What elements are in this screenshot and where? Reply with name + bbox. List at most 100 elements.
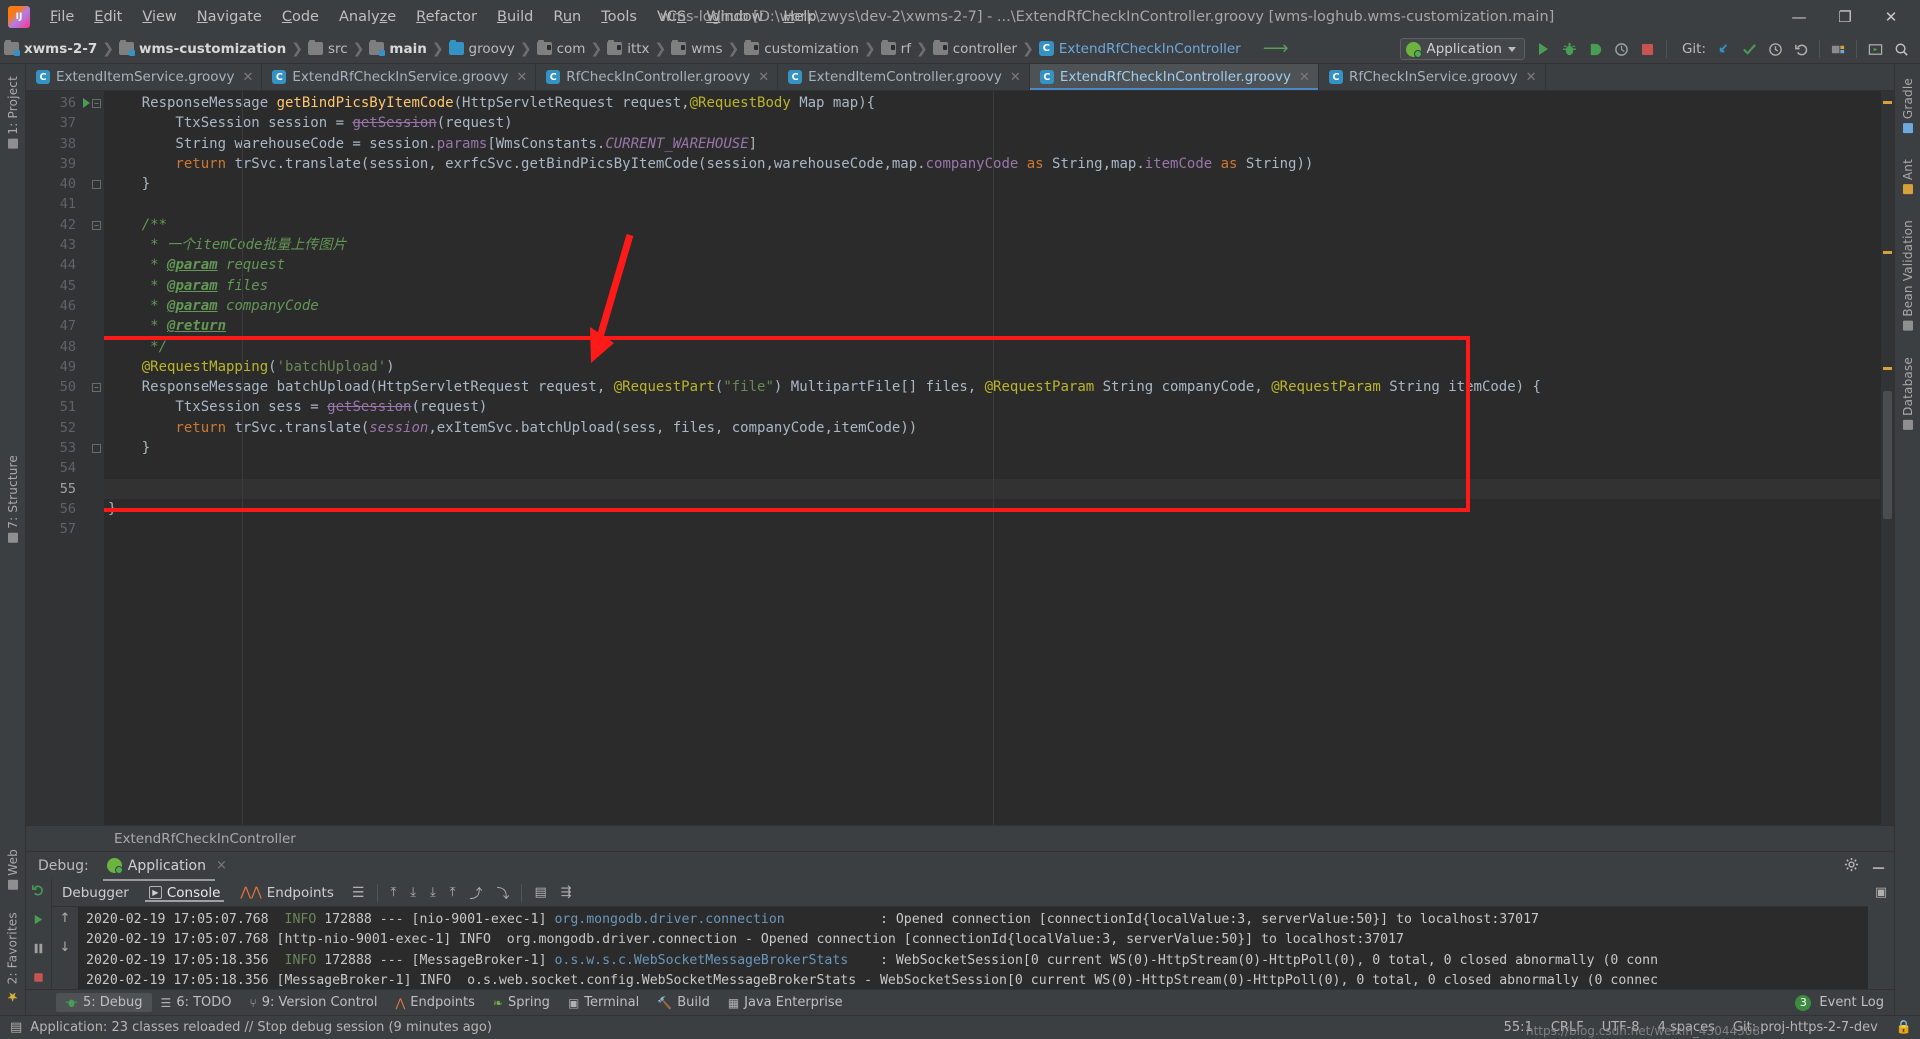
editor-gutter[interactable]: 36− 37 38 39 40 41 42− 43 44 45 46 47 48… [26, 91, 104, 825]
toolwindow-build[interactable]: 🔨 Build [648, 993, 719, 1012]
breadcrumb-item-src[interactable]: src [304, 40, 352, 58]
rerun-icon[interactable] [31, 883, 46, 902]
sidebar-item-ant[interactable]: Ant [1899, 151, 1917, 202]
menu-navigate[interactable]: Navigate [187, 6, 272, 28]
split-icon[interactable]: ▣ [1875, 885, 1887, 900]
close-icon[interactable]: ✕ [1299, 70, 1310, 85]
step-over-icon[interactable]: ⤓ [403, 885, 423, 900]
close-button[interactable]: ✕ [1868, 2, 1914, 32]
breadcrumb-item-ittx[interactable]: ittx [603, 40, 653, 58]
breadcrumb-item-customization[interactable]: customization [740, 40, 863, 58]
soft-wrap-icon[interactable]: ⇶ [554, 885, 579, 900]
breadcrumb-item-module[interactable]: xwms-2-7 [0, 40, 101, 58]
menu-edit[interactable]: Edit [84, 6, 132, 28]
hammer-icon[interactable]: ⟶ [1263, 38, 1289, 59]
tab-console[interactable]: ▶ Console [139, 885, 231, 902]
editor-breadcrumb-class[interactable]: ExtendRfCheckInController [114, 831, 296, 847]
breadcrumb-item-com[interactable]: com [533, 40, 590, 58]
evaluate-icon[interactable]: ▤ [527, 885, 553, 900]
step-into-icon[interactable]: ⤓ [423, 885, 443, 900]
menu-file[interactable]: File [40, 6, 84, 28]
toolwindow-terminal[interactable]: ▣ Terminal [559, 993, 648, 1012]
editor-tab-extenditemservice[interactable]: C ExtendItemService.groovy ✕ [26, 64, 263, 90]
maximize-button[interactable]: ❐ [1822, 2, 1868, 32]
toolwindow-spring[interactable]: ❧ Spring [484, 993, 559, 1012]
lock-icon[interactable]: 🔒 [1896, 1020, 1912, 1035]
scroll-down-icon[interactable]: ↓ [60, 940, 71, 955]
tab-endpoints[interactable]: ⋀⋀ Endpoints [230, 885, 343, 901]
force-step-into-icon[interactable]: ⤒ [443, 885, 463, 900]
step-out-icon[interactable]: ⤒ [383, 885, 403, 900]
sidebar-item-structure[interactable]: 7: Structure [4, 447, 22, 551]
close-icon[interactable]: ✕ [1526, 70, 1537, 85]
breadcrumb-item-groovy[interactable]: groovy [445, 40, 519, 58]
menu-analyze[interactable]: Analyze [329, 6, 406, 28]
toolwindow-endpoints[interactable]: ⋀ Endpoints [386, 993, 483, 1012]
close-icon[interactable]: ✕ [758, 70, 769, 85]
git-update-button[interactable] [1710, 36, 1736, 62]
menu-build[interactable]: Build [487, 6, 543, 28]
editor-tab-extendrfcheckinservice[interactable]: C ExtendRfCheckInService.groovy ✕ [262, 64, 537, 90]
debug-button[interactable] [1557, 36, 1583, 62]
layout-icon[interactable]: ☰ [344, 885, 373, 901]
sidebar-item-web[interactable]: Web [4, 841, 22, 898]
git-revert-button[interactable] [1788, 36, 1814, 62]
toolwindow-todo[interactable]: ☰ 6: TODO [152, 993, 241, 1012]
git-history-button[interactable] [1762, 36, 1788, 62]
breadcrumb-item-main[interactable]: main [365, 40, 430, 58]
breadcrumb-item-wms[interactable]: wms [667, 40, 726, 58]
resume-icon[interactable] [31, 912, 46, 931]
menu-tools[interactable]: Tools [591, 6, 647, 28]
run-anything-button[interactable] [1862, 36, 1888, 62]
menu-refactor[interactable]: Refactor [406, 6, 487, 28]
sidebar-item-database[interactable]: Database [1899, 349, 1917, 438]
stop-debug-icon[interactable] [31, 970, 46, 989]
profiler-button[interactable] [1609, 36, 1635, 62]
editor-tab-extendrfcheckincontroller[interactable]: C ExtendRfCheckInController.groovy ✕ [1029, 64, 1319, 90]
debug-session-tab[interactable]: Application × [102, 855, 231, 881]
run-to-cursor-icon[interactable]: ⤵ [489, 883, 516, 902]
project-structure-button[interactable] [1825, 36, 1851, 62]
menu-run[interactable]: Run [543, 6, 591, 28]
close-icon[interactable]: ✕ [516, 70, 527, 85]
editor-tab-extenditemcontroller[interactable]: C ExtendItemController.groovy ✕ [778, 64, 1030, 90]
git-commit-button[interactable] [1736, 36, 1762, 62]
tab-debugger[interactable]: Debugger [52, 885, 139, 901]
breadcrumb-item-controller[interactable]: controller [929, 40, 1021, 58]
close-icon[interactable]: × [216, 858, 227, 873]
editor-scrollbar-thumb[interactable] [1883, 391, 1892, 519]
run-button[interactable] [1531, 36, 1557, 62]
breadcrumb-item-wms-customization[interactable]: wms-customization [115, 40, 290, 58]
menu-code[interactable]: Code [272, 6, 329, 28]
editor-analysis-strip[interactable] [1880, 91, 1894, 825]
editor-tab-rfcheckincontroller[interactable]: C RfCheckInController.groovy ✕ [536, 64, 779, 90]
editor-tab-rfcheckinservice[interactable]: C RfCheckInService.groovy ✕ [1319, 64, 1546, 90]
menu-view[interactable]: View [132, 6, 186, 28]
toolwindow-debug[interactable]: 5: Debug [56, 993, 152, 1012]
gear-icon[interactable] [1844, 857, 1859, 876]
minimize-button[interactable]: — [1776, 2, 1822, 32]
sidebar-item-gradle[interactable]: Gradle [1899, 70, 1917, 141]
stop-button[interactable] [1635, 36, 1661, 62]
minimize-icon[interactable] [1871, 857, 1886, 876]
run-configuration-selector[interactable]: Application [1399, 38, 1525, 60]
toolwindow-java-enterprise[interactable]: ▦ Java Enterprise [719, 993, 852, 1012]
sidebar-item-favorites[interactable]: ★ 2: Favorites [3, 904, 22, 1011]
event-log-label[interactable]: Event Log [1819, 995, 1884, 1010]
search-everywhere-button[interactable] [1888, 36, 1914, 62]
breadcrumb-item-rf[interactable]: rf [877, 40, 915, 58]
close-icon[interactable]: ✕ [242, 70, 253, 85]
toolwindow-version-control[interactable]: ⑂ 9: Version Control [241, 993, 387, 1012]
pause-icon[interactable] [31, 941, 46, 960]
status-layout-icon[interactable]: ▤ [10, 1020, 22, 1035]
step-out-frame-icon[interactable]: ⤴ [462, 883, 489, 902]
breadcrumb-item-class[interactable]: C ExtendRfCheckInController [1035, 40, 1245, 58]
console-output[interactable]: 2020-02-19 17:05:07.768 INFO 172888 --- … [78, 907, 1868, 989]
sidebar-item-bean-validation[interactable]: Bean Validation [1899, 212, 1917, 339]
code-text-area[interactable]: ResponseMessage getBindPicsByItemCode(Ht… [104, 91, 1880, 825]
code-editor[interactable]: 36− 37 38 39 40 41 42− 43 44 45 46 47 48… [26, 91, 1894, 825]
sidebar-item-project[interactable]: 1: Project [4, 68, 22, 157]
close-icon[interactable]: ✕ [1010, 70, 1021, 85]
run-with-coverage-button[interactable] [1583, 36, 1609, 62]
scroll-up-icon[interactable]: ↑ [60, 911, 71, 926]
